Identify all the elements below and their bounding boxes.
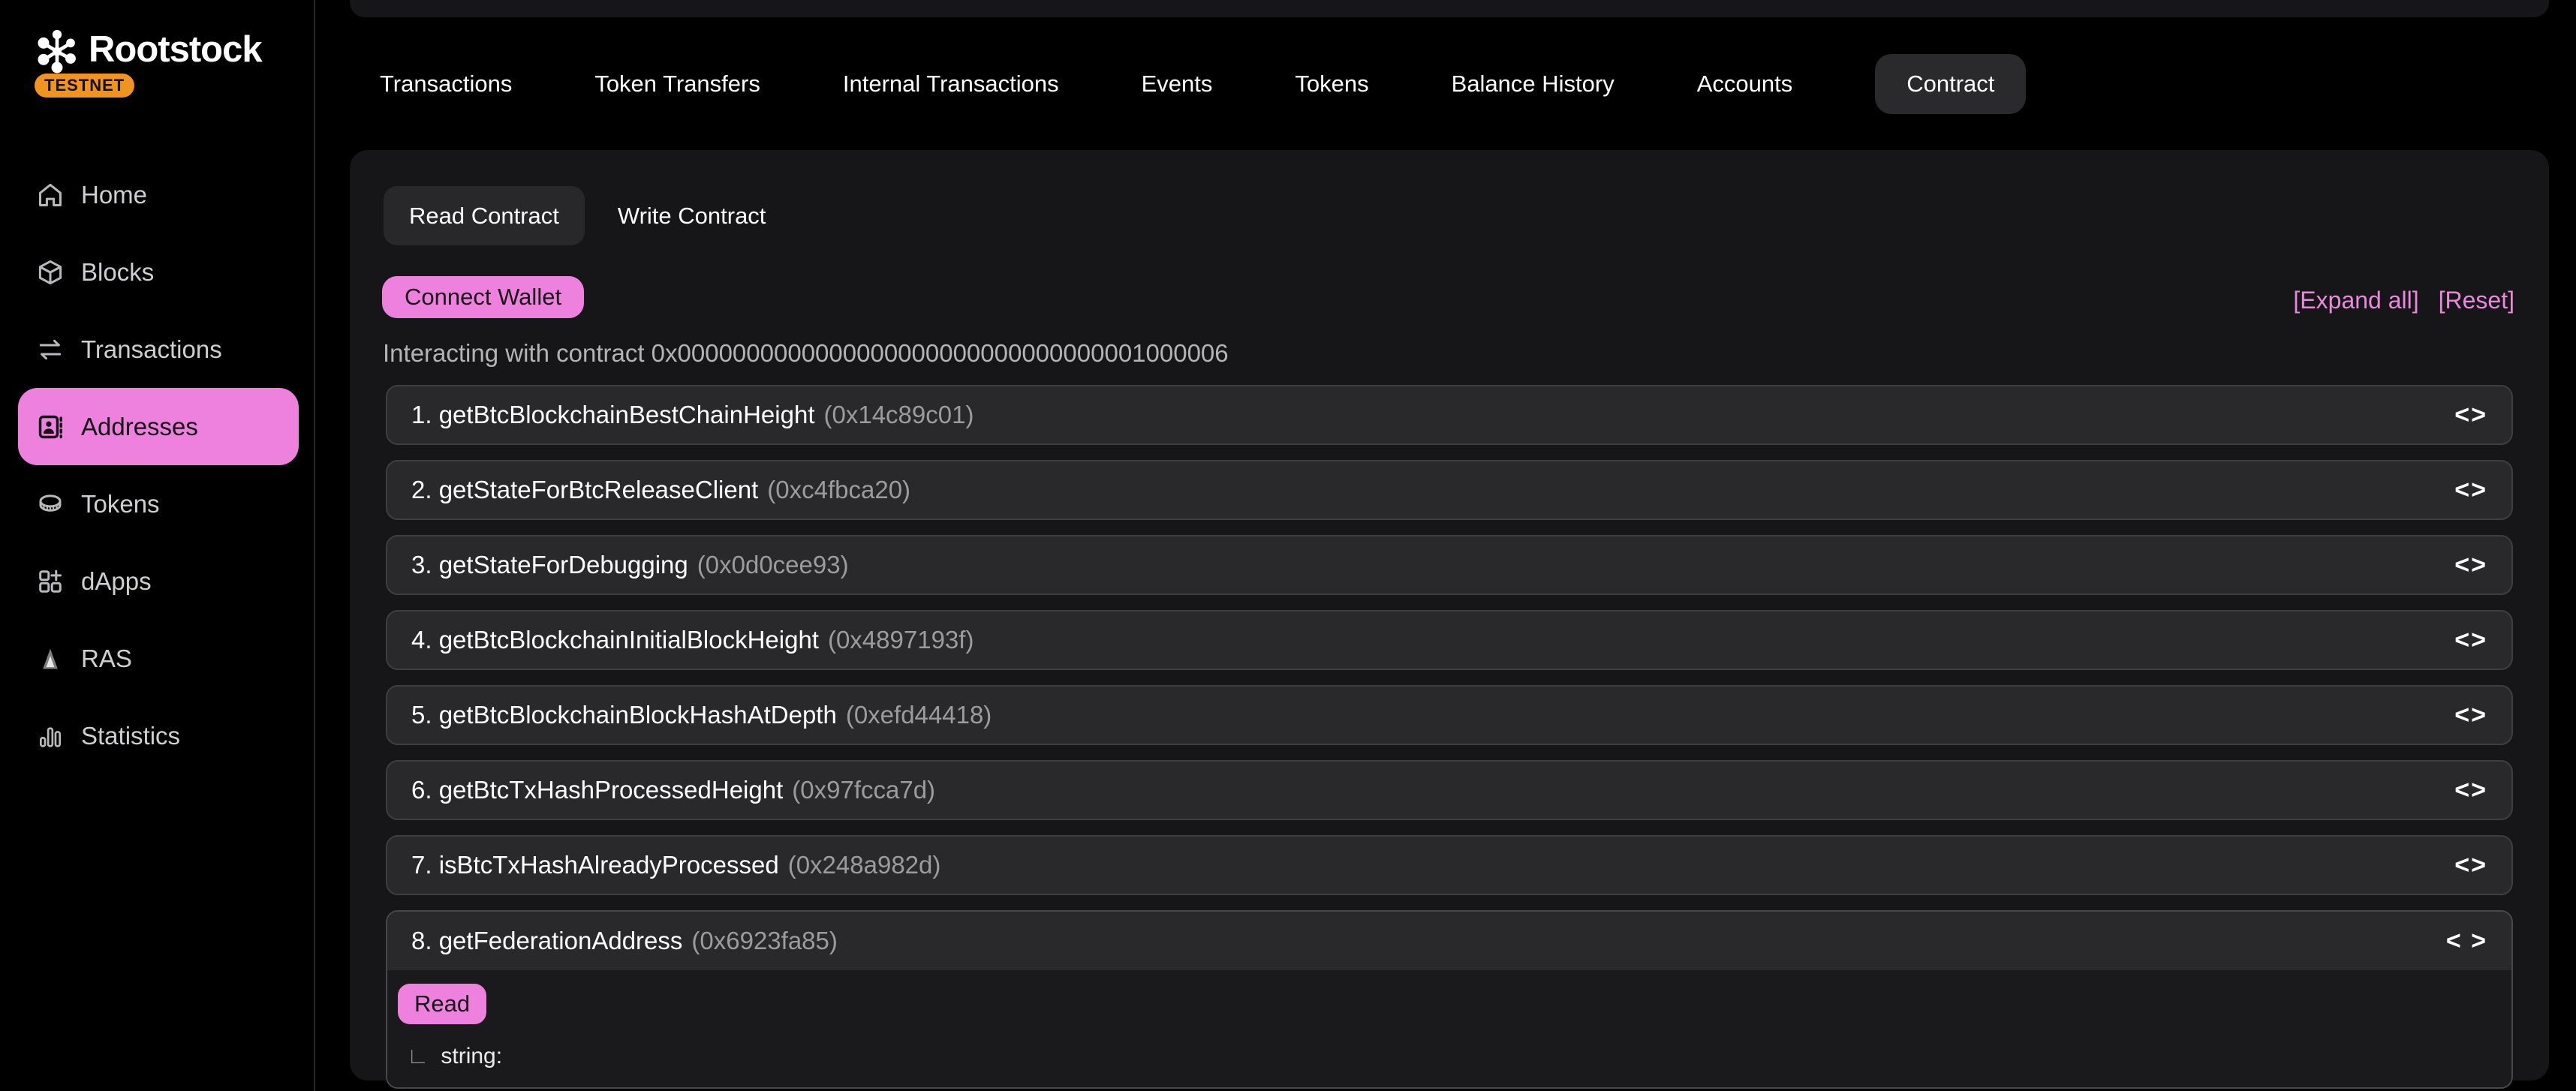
subtab-read-contract[interactable]: Read Contract [384, 186, 585, 245]
function-item-8-expanded: 8. getFederationAddress (0x6923fa85) < >… [386, 910, 2513, 1089]
function-index: 7. [411, 851, 439, 879]
sidebar-item-dapps[interactable]: dApps [18, 542, 299, 620]
tab-tokens[interactable]: Tokens [1295, 71, 1368, 98]
sidebar-item-label: Statistics [81, 722, 180, 750]
function-name: getFederationAddress [439, 927, 683, 955]
function-selector: (0x14c89c01) [824, 401, 974, 429]
sidebar-item-tokens[interactable]: Tokens [18, 465, 299, 542]
function-name: getBtcBlockchainInitialBlockHeight [439, 626, 819, 654]
tab-transactions[interactable]: Transactions [380, 71, 512, 98]
ras-icon [36, 645, 65, 673]
sidebar-item-label: dApps [81, 567, 152, 596]
sidebar-item-label: Addresses [81, 413, 198, 441]
function-index: 6. [411, 776, 439, 804]
function-index: 8. [411, 927, 439, 955]
function-row-2[interactable]: 2. getStateForBtcReleaseClient (0xc4fbca… [386, 460, 2513, 520]
output-type-label: string: [441, 1044, 502, 1069]
function-selector: (0xc4fbca20) [767, 476, 910, 504]
function-selector: (0x0d0cee93) [697, 551, 849, 579]
tab-balance-history[interactable]: Balance History [1452, 71, 1615, 98]
sidebar-item-blocks[interactable]: Blocks [18, 233, 299, 311]
function-list: 1. getBtcBlockchainBestChainHeight (0x14… [386, 385, 2513, 1089]
expand-all-link[interactable]: [Expand all] [2293, 287, 2418, 314]
dapps-icon [36, 567, 65, 596]
contract-card: Read Contract Write Contract Connect Wal… [350, 150, 2549, 1080]
subtab-write-contract[interactable]: Write Contract [618, 203, 766, 230]
code-icon[interactable]: <> [2454, 401, 2487, 430]
function-selector: (0xefd44418) [846, 701, 992, 729]
tab-internal-transactions[interactable]: Internal Transactions [843, 71, 1059, 98]
function-index: 4. [411, 626, 439, 654]
function-index: 5. [411, 701, 439, 729]
rootstock-logo[interactable]: Rootstock [33, 26, 262, 74]
function-row-6[interactable]: 6. getBtcTxHashProcessedHeight (0x97fcca… [386, 760, 2513, 820]
function-selector: (0x4897193f) [828, 626, 974, 654]
previous-card-bottom-edge [350, 0, 2549, 17]
tab-token-transfers[interactable]: Token Transfers [594, 71, 760, 98]
function-row-7[interactable]: 7. isBtcTxHashAlreadyProcessed (0x248a98… [386, 835, 2513, 895]
tab-events[interactable]: Events [1142, 71, 1213, 98]
home-icon [36, 181, 65, 209]
sidebar-item-label: Tokens [81, 490, 160, 518]
function-row-5[interactable]: 5. getBtcBlockchainBlockHashAtDepth (0xe… [386, 685, 2513, 745]
code-icon[interactable]: <> [2454, 476, 2487, 505]
code-icon[interactable]: <> [2454, 701, 2487, 730]
brand-name: Rootstock [89, 29, 262, 71]
sidebar-item-transactions[interactable]: Transactions [18, 311, 299, 388]
contract-subtabs: Read Contract Write Contract [384, 186, 766, 245]
function-name: getBtcBlockchainBestChainHeight [439, 401, 815, 429]
sidebar-item-label: Transactions [81, 335, 222, 364]
function-row-4[interactable]: 4. getBtcBlockchainInitialBlockHeight (0… [386, 610, 2513, 670]
rootstock-flower-icon [33, 26, 81, 74]
function-row-8[interactable]: 8. getFederationAddress (0x6923fa85) < > [387, 912, 2511, 970]
sidebar-item-ras[interactable]: RAS [18, 620, 299, 697]
statistics-icon [36, 722, 65, 750]
tokens-icon [36, 490, 65, 518]
function-index: 3. [411, 551, 439, 579]
blocks-icon [36, 258, 65, 287]
transactions-icon [36, 335, 65, 364]
branch-corner-icon: ∟ [407, 1044, 429, 1069]
sidebar-item-home[interactable]: Home [18, 156, 299, 233]
code-icon[interactable]: < > [2446, 927, 2487, 956]
function-selector: (0x6923fa85) [691, 927, 837, 955]
function-8-body: Read ∟ string: [387, 970, 2511, 1087]
sidebar-item-label: RAS [81, 645, 132, 673]
function-name: getStateForDebugging [439, 551, 688, 579]
sidebar: Rootstock TESTNET Home Blocks Transactio… [0, 0, 315, 1091]
list-actions: [Expand all] [Reset] [2293, 287, 2514, 314]
sidebar-nav: Home Blocks Transactions Addresses [18, 156, 299, 774]
function-selector: (0x248a982d) [788, 851, 941, 879]
output-line: ∟ string: [398, 1044, 2501, 1069]
sidebar-item-label: Home [81, 181, 147, 209]
function-row-1[interactable]: 1. getBtcBlockchainBestChainHeight (0x14… [386, 385, 2513, 445]
sidebar-item-label: Blocks [81, 258, 154, 287]
function-name: getBtcBlockchainBlockHashAtDepth [439, 701, 837, 729]
tab-accounts[interactable]: Accounts [1697, 71, 1793, 98]
reset-link[interactable]: [Reset] [2439, 287, 2514, 314]
function-selector: (0x97fcca7d) [792, 776, 935, 804]
function-row-3[interactable]: 3. getStateForDebugging (0x0d0cee93) <> [386, 535, 2513, 595]
code-icon[interactable]: <> [2454, 851, 2487, 880]
address-tabs: Transactions Token Transfers Internal Tr… [380, 54, 2026, 114]
function-index: 1. [411, 401, 439, 429]
read-button[interactable]: Read [398, 984, 486, 1024]
code-icon[interactable]: <> [2454, 626, 2487, 655]
sidebar-item-addresses[interactable]: Addresses [18, 388, 299, 465]
function-index: 2. [411, 476, 439, 504]
function-name: getBtcTxHashProcessedHeight [439, 776, 784, 804]
code-icon[interactable]: <> [2454, 551, 2487, 580]
sidebar-item-statistics[interactable]: Statistics [18, 697, 299, 774]
code-icon[interactable]: <> [2454, 776, 2487, 805]
interacting-with-contract-text: Interacting with contract 0x000000000000… [383, 339, 1229, 368]
addresses-icon [36, 413, 65, 441]
tab-contract[interactable]: Contract [1875, 54, 2026, 114]
function-name: isBtcTxHashAlreadyProcessed [439, 851, 779, 879]
connect-wallet-button[interactable]: Connect Wallet [382, 276, 584, 318]
testnet-badge: TESTNET [35, 74, 134, 98]
function-name: getStateForBtcReleaseClient [439, 476, 759, 504]
